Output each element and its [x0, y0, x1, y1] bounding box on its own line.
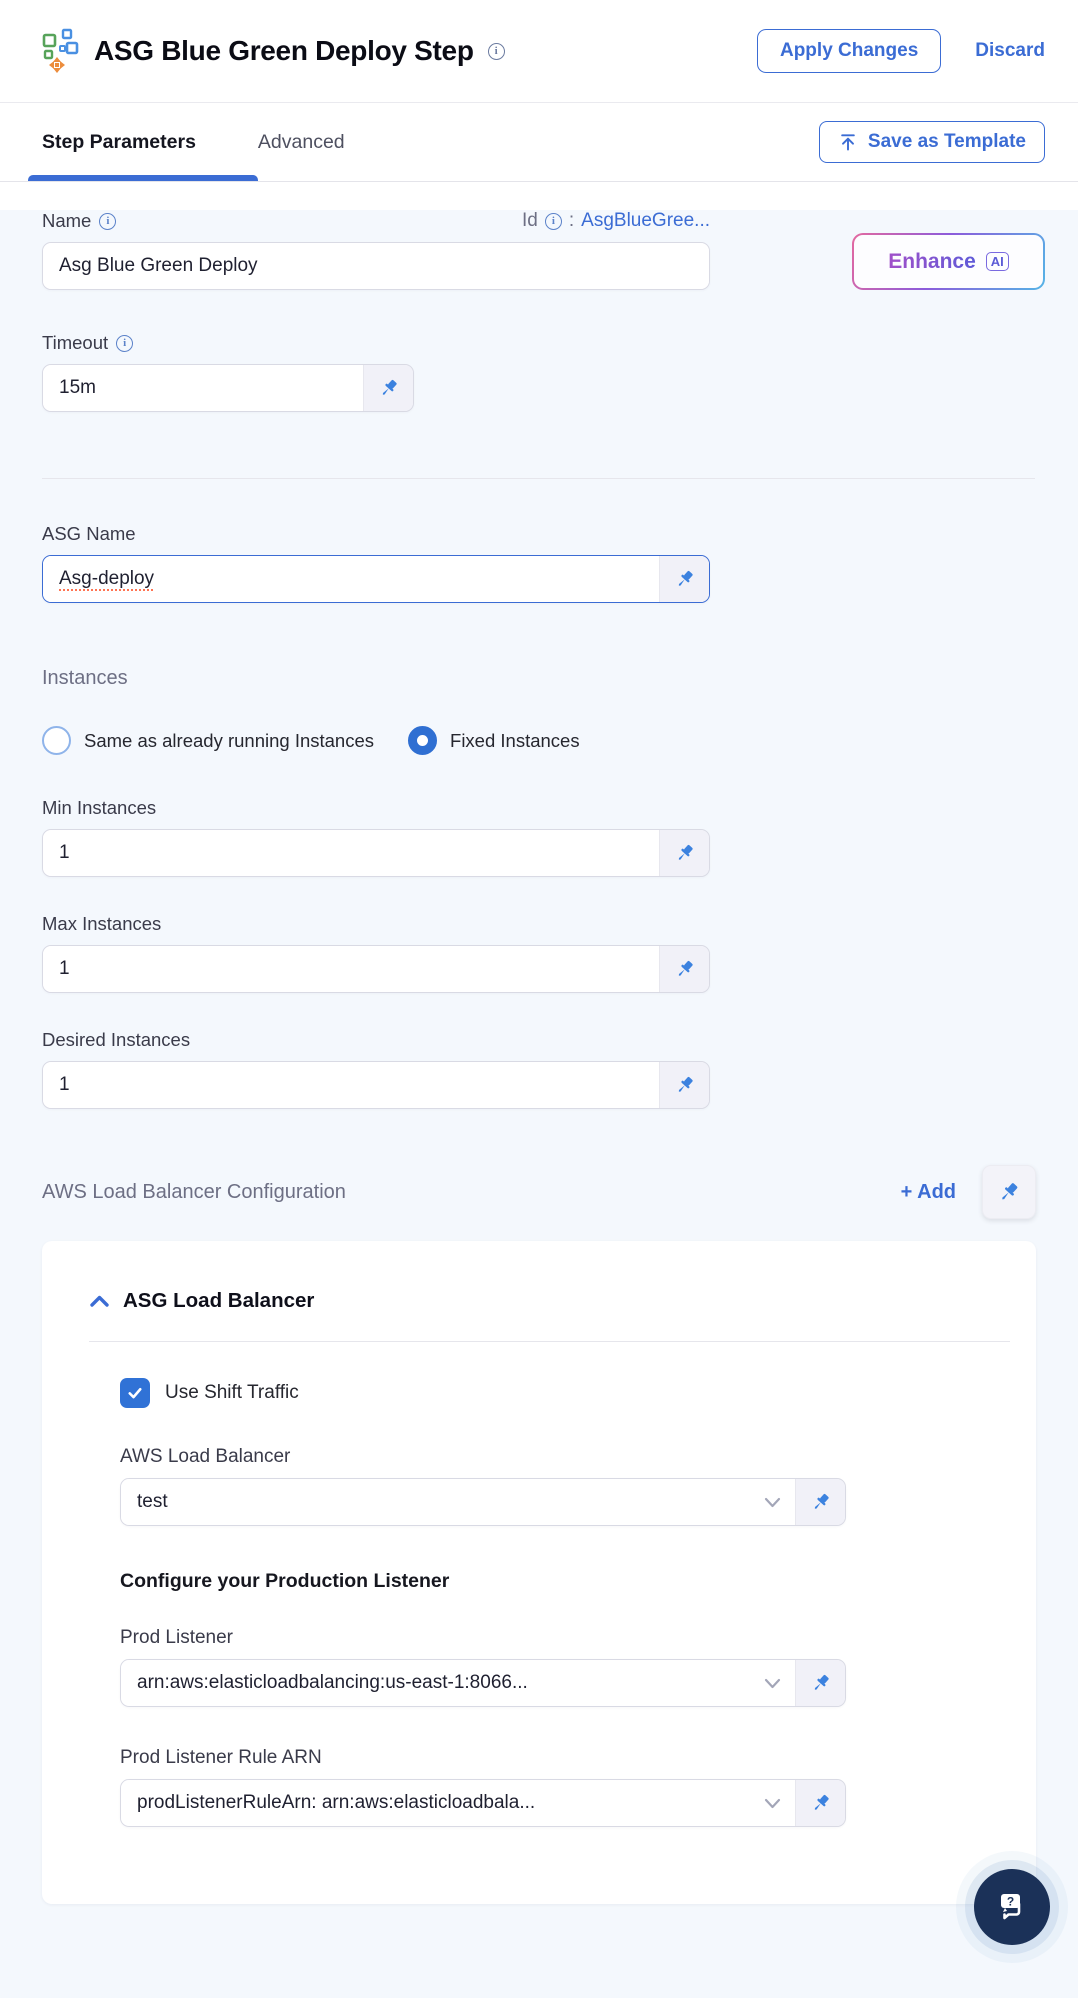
asg-blue-green-step-icon [42, 28, 80, 74]
save-as-template-button[interactable]: Save as Template [818, 121, 1045, 163]
tab-bar: Step Parameters Advanced Save as Templat… [0, 103, 1078, 182]
chevron-down-icon [764, 1497, 781, 1508]
chevron-down-icon [764, 1678, 781, 1689]
timeout-pin-button[interactable] [363, 365, 413, 411]
page-title: ASG Blue Green Deploy Step [94, 35, 474, 66]
chevron-up-icon [89, 1294, 110, 1308]
use-shift-traffic-checkbox[interactable]: Use Shift Traffic [120, 1378, 1010, 1408]
radio-selected-icon [408, 726, 438, 755]
id-label: Id [522, 210, 538, 231]
desired-instances-label: Desired Instances [42, 1029, 191, 1050]
production-listener-heading: Configure your Production Listener [120, 1570, 450, 1592]
max-instances-pin-button[interactable] [659, 946, 709, 992]
enhance-label: Enhance [888, 249, 976, 273]
radio-same-as-running[interactable]: Same as already running Instances [42, 726, 374, 755]
min-instances-input[interactable] [43, 830, 659, 876]
checkbox-checked-icon [120, 1378, 150, 1408]
chat-help-icon: ? [992, 1887, 1032, 1927]
timeout-info-icon[interactable]: i [116, 334, 134, 352]
asg-load-balancer-card: ASG Load Balancer Use Shift Traffic AWS … [42, 1241, 1036, 1904]
apply-changes-button[interactable]: Apply Changes [756, 29, 942, 73]
step-parameters-panel: Enhance AI Name i Id i : AsgBlueGree... … [0, 210, 1078, 1998]
id-group: Id i : AsgBlueGree... [522, 210, 710, 232]
chevron-down-icon [764, 1798, 781, 1809]
asg-name-input[interactable]: Asg-deploy [43, 556, 659, 602]
max-instances-input[interactable] [43, 946, 659, 992]
instances-heading: Instances [42, 667, 128, 689]
tab-advanced[interactable]: Advanced [258, 103, 345, 181]
card-title: ASG Load Balancer [123, 1289, 315, 1312]
name-input[interactable] [43, 243, 709, 289]
ai-badge: AI [985, 252, 1009, 271]
desired-instances-input[interactable] [43, 1062, 659, 1108]
asg-name-label: ASG Name [42, 523, 136, 544]
id-info-icon[interactable]: i [544, 212, 562, 230]
prod-listener-rule-pin-button[interactable] [795, 1780, 845, 1826]
aws-load-balancer-select[interactable]: test [121, 1479, 795, 1525]
prod-listener-rule-select[interactable]: prodListenerRuleArn: arn:aws:elasticload… [121, 1780, 795, 1826]
timeout-label: Timeout [42, 332, 109, 353]
timeout-label-group: Timeout i [42, 332, 1078, 354]
min-instances-label: Min Instances [42, 797, 157, 818]
add-load-balancer-button[interactable]: + Add [901, 1181, 956, 1204]
name-label-group: Name i [42, 210, 117, 232]
help-chat-button[interactable]: ? [974, 1869, 1050, 1945]
svg-text:?: ? [1007, 1895, 1014, 1909]
prod-listener-pin-button[interactable] [795, 1660, 845, 1706]
desired-instances-pin-button[interactable] [659, 1062, 709, 1108]
enhance-ai-button[interactable]: Enhance AI [852, 233, 1045, 290]
card-divider [89, 1341, 1010, 1342]
name-label: Name [42, 210, 92, 231]
prod-listener-select[interactable]: arn:aws:elasticloadbalancing:us-east-1:8… [121, 1660, 795, 1706]
asg-load-balancer-collapse-toggle[interactable]: ASG Load Balancer [89, 1289, 1010, 1313]
aws-load-balancer-pin-button[interactable] [795, 1479, 845, 1525]
tab-step-parameters[interactable]: Step Parameters [28, 103, 258, 181]
save-as-template-label: Save as Template [867, 131, 1026, 152]
radio-unselected-icon [42, 726, 71, 755]
step-config-header: ASG Blue Green Deploy Step i Apply Chang… [0, 0, 1078, 103]
timeout-input[interactable] [43, 365, 363, 411]
min-instances-pin-button[interactable] [659, 830, 709, 876]
prod-listener-label: Prod Listener [120, 1627, 234, 1648]
lb-config-pin-button[interactable] [982, 1165, 1036, 1219]
title-info-icon[interactable]: i [487, 42, 505, 60]
lb-config-heading: AWS Load Balancer Configuration [42, 1180, 346, 1203]
prod-listener-rule-label: Prod Listener Rule ARN [120, 1747, 322, 1768]
upload-icon [838, 132, 858, 152]
name-info-icon[interactable]: i [99, 212, 117, 230]
max-instances-label: Max Instances [42, 913, 162, 934]
discard-button[interactable]: Discard [975, 40, 1045, 62]
radio-fixed-instances[interactable]: Fixed Instances [408, 726, 580, 755]
aws-load-balancer-label: AWS Load Balancer [120, 1446, 291, 1467]
id-value[interactable]: AsgBlueGree... [581, 210, 710, 232]
id-separator: : [568, 210, 575, 231]
section-divider [42, 478, 1035, 479]
asg-name-pin-button[interactable] [659, 556, 709, 602]
